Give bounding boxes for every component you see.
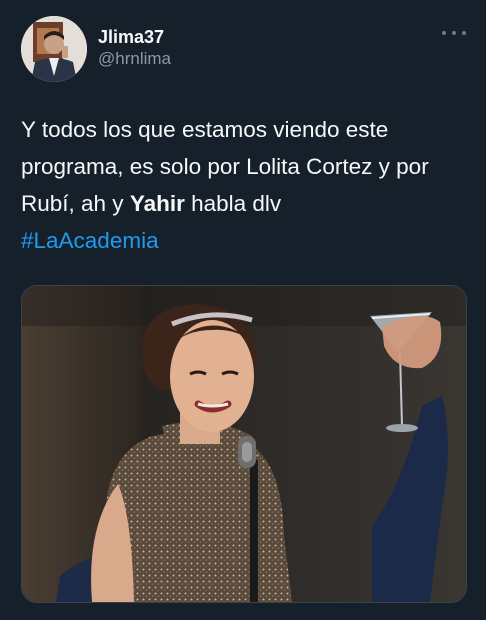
more-dot xyxy=(452,31,456,35)
more-horizontal-icon[interactable] xyxy=(442,26,466,40)
tweet-header: Jlima37 @hrnlima xyxy=(21,16,466,82)
more-dot xyxy=(462,31,466,35)
tweet-text: Y todos los que estamos viendo este prog… xyxy=(21,111,471,259)
more-dot xyxy=(442,31,446,35)
avatar[interactable] xyxy=(21,16,87,82)
hashtag-link[interactable]: #LaAcademia xyxy=(21,228,159,253)
user-handle[interactable]: @hrnlima xyxy=(98,48,171,70)
display-name[interactable]: Jlima37 xyxy=(98,26,171,48)
tweet-media-image[interactable] xyxy=(21,285,467,603)
user-names: Jlima37 @hrnlima xyxy=(98,26,171,70)
tweet-text-segment: habla dlv xyxy=(184,191,282,216)
tweet-text-bold: Yahir xyxy=(129,191,185,216)
